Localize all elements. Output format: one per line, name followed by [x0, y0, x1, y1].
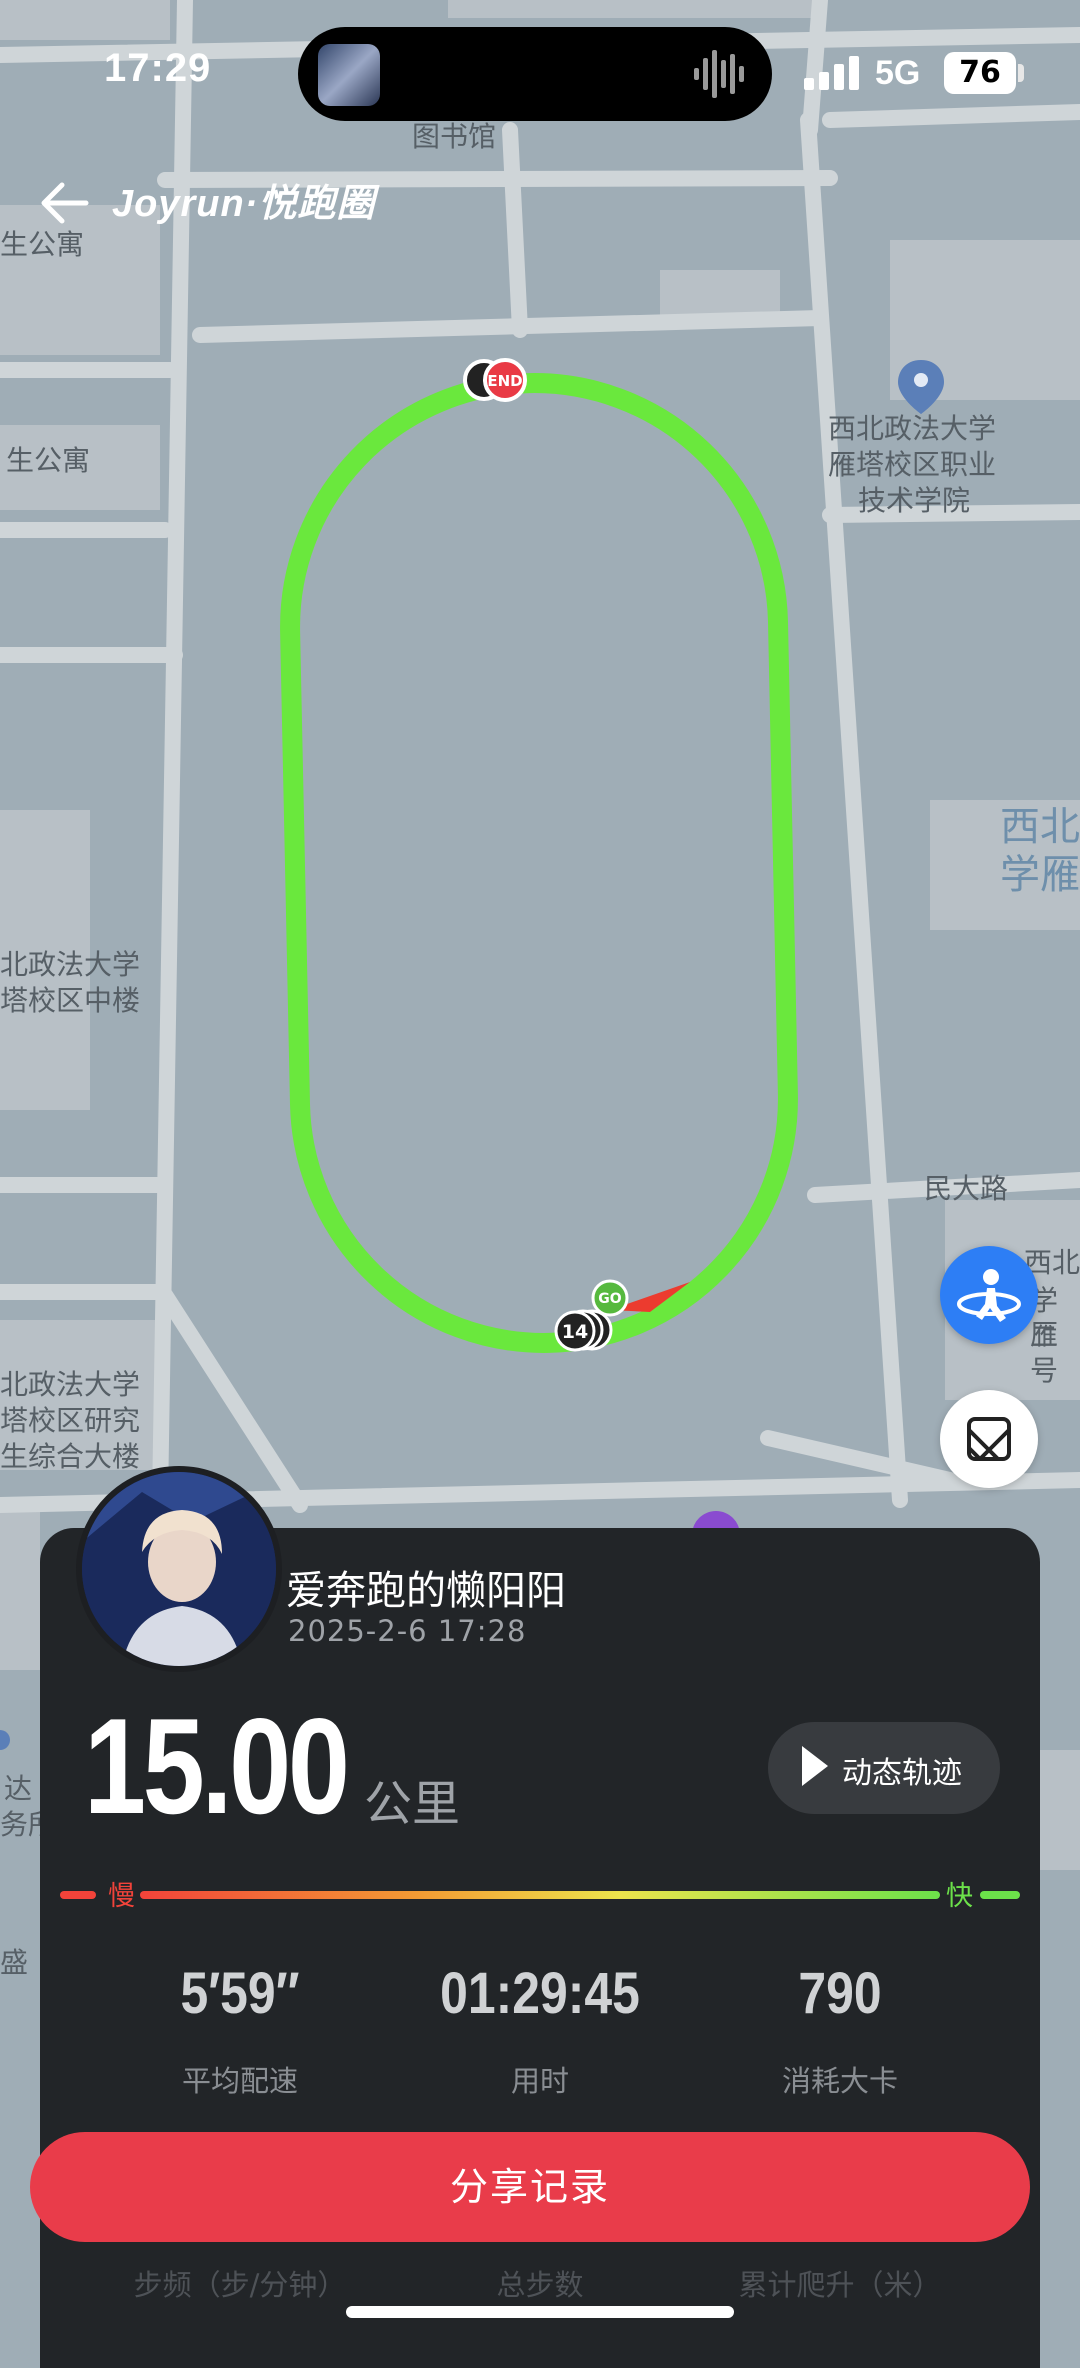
- duration-label: 用时: [510, 2064, 569, 2098]
- total-steps-label: 总步数: [496, 2268, 584, 2302]
- signal-icon: [804, 56, 859, 90]
- audio-wave-icon: [694, 50, 744, 98]
- status-time: 17:29: [104, 46, 212, 90]
- map-label: 雁塔校区职业: [828, 448, 997, 481]
- home-indicator[interactable]: [346, 2306, 734, 2318]
- play-icon: [802, 1746, 828, 1786]
- map-label: 西北: [1000, 804, 1080, 850]
- svg-text:END: END: [487, 372, 522, 390]
- share-record-button[interactable]: 分享记录: [30, 2132, 1030, 2242]
- calories-label: 消耗大卡: [781, 2064, 898, 2098]
- elevation-label: 累计爬升（米）: [738, 2268, 942, 2302]
- distance-unit: 公里: [364, 1776, 461, 1832]
- island-app-icon: [318, 44, 380, 106]
- avatar[interactable]: [76, 1466, 282, 1672]
- run-datetime: 2025-2-6 17:28: [288, 1614, 527, 1648]
- pace-fast-label: 快: [946, 1881, 973, 1912]
- duration-value: 01:29:45: [440, 1961, 640, 2026]
- battery-icon: 76: [944, 52, 1016, 94]
- map-label: 学雁: [1000, 852, 1080, 898]
- map-label: 北政法大学: [0, 1368, 141, 1401]
- map-label: 生公寓: [0, 228, 85, 261]
- back-arrow-icon[interactable]: [38, 178, 94, 228]
- map-label: 图书馆: [412, 120, 497, 153]
- calories-value: 790: [798, 1961, 882, 2026]
- avg-pace-label: 平均配速: [181, 2064, 298, 2098]
- map-label: 生综合大楼: [0, 1440, 141, 1473]
- avg-pace-value: 5′59″: [180, 1961, 300, 2026]
- svg-text:14: 14: [562, 1321, 588, 1343]
- map-label: 盛: [0, 1946, 29, 1979]
- brand-logo: Joyrun·悦跑圈: [112, 183, 376, 225]
- map-label: 技术学院: [858, 484, 971, 517]
- locate-button[interactable]: [940, 1246, 1038, 1344]
- svg-text:GO: GO: [598, 1291, 621, 1307]
- map-mode-button[interactable]: [940, 1390, 1038, 1488]
- map-label: 生公寓: [6, 444, 91, 477]
- dynamic-track-label: 动态轨迹: [842, 1756, 962, 1791]
- battery-tip: [1018, 64, 1024, 82]
- distance-value: 15.00: [84, 1690, 350, 1842]
- cadence-label: 步频（步/分钟）: [133, 2268, 347, 2302]
- pace-legend: [60, 1880, 1020, 1910]
- map-label: 塔校区研究: [0, 1404, 141, 1437]
- map-label: 达: [4, 1772, 33, 1805]
- map-label: 塔校区中楼: [0, 984, 141, 1017]
- network-type: 5G: [875, 54, 921, 92]
- username: 爱奔跑的懒阳阳: [286, 1568, 566, 1614]
- map-label: 西北政法大学: [828, 412, 997, 445]
- map-toggle-icon: [967, 1417, 1011, 1461]
- pace-slow-label: 慢: [108, 1881, 135, 1912]
- runner-icon: [957, 1269, 1021, 1322]
- map-label: 北政法大学: [0, 948, 141, 981]
- dynamic-track-button[interactable]: 动态轨迹: [768, 1722, 1000, 1814]
- map-label: 民大路: [924, 1172, 1009, 1205]
